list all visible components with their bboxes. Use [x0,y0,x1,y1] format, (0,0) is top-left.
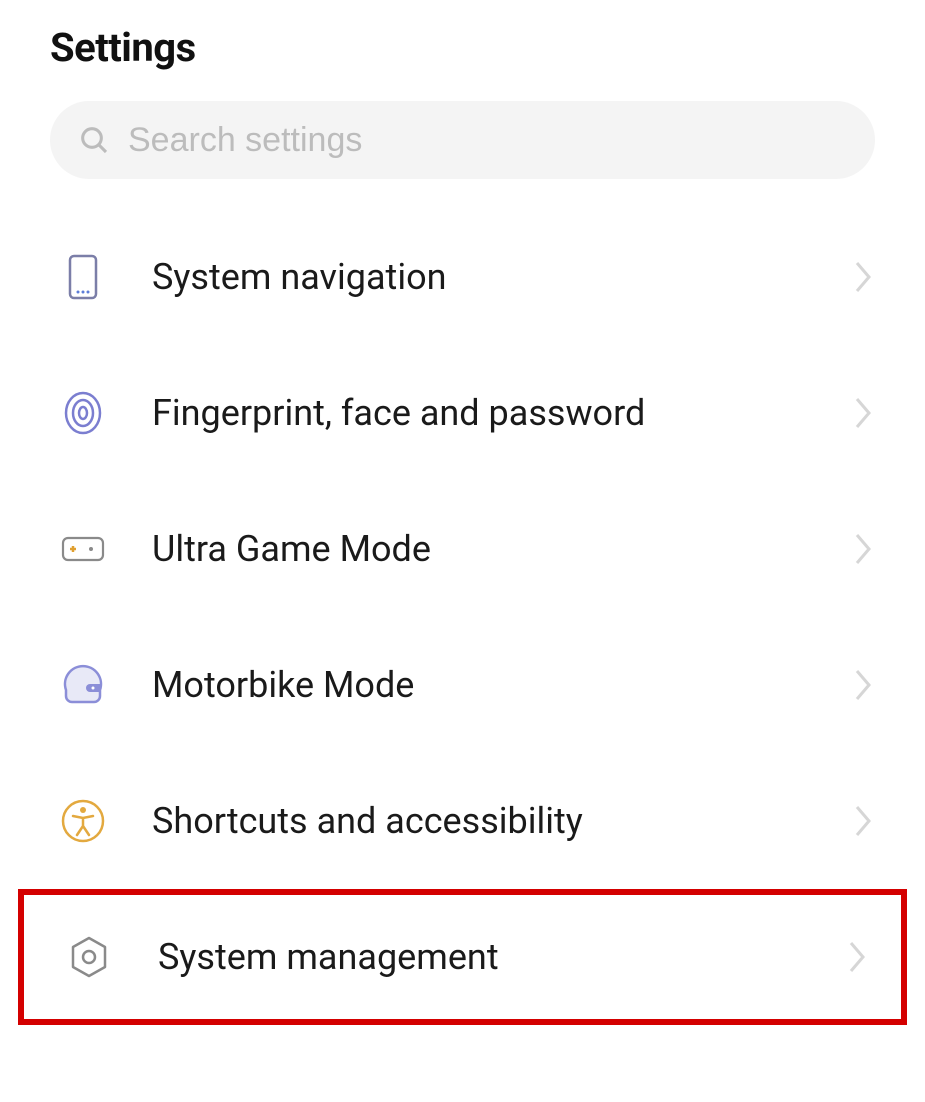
list-item-shortcuts-accessibility[interactable]: Shortcuts and accessibility [0,753,925,889]
list-item-label: Motorbike Mode [152,664,807,706]
search-container [0,101,925,209]
chevron-right-icon [847,939,869,975]
list-item-system-management[interactable]: System management [24,895,901,1019]
chevron-right-icon [853,667,875,703]
settings-list: System navigation Fingerprint, face and … [0,209,925,1085]
list-item-system-navigation[interactable]: System navigation [0,209,925,345]
list-item-fingerprint[interactable]: Fingerprint, face and password [0,345,925,481]
list-item-label: Shortcuts and accessibility [152,800,807,842]
header: Settings [0,0,925,101]
chevron-right-icon [853,395,875,431]
highlight-system-management: System management [18,889,907,1025]
accessibility-icon [60,798,106,844]
chevron-right-icon [853,531,875,567]
list-item-label: Ultra Game Mode [152,528,807,570]
list-item-motorbike-mode[interactable]: Motorbike Mode [0,617,925,753]
list-item-label: System navigation [152,256,807,298]
chevron-right-icon [853,259,875,295]
list-item-ultra-game-mode[interactable]: Ultra Game Mode [0,481,925,617]
bottom-spacer [0,1025,925,1085]
search-icon [78,124,110,156]
page-title: Settings [50,24,875,71]
helmet-icon [60,662,106,708]
chevron-right-icon [853,803,875,839]
search-bar[interactable] [50,101,875,179]
search-input[interactable] [128,121,847,160]
phone-nav-icon [60,254,106,300]
gear-hex-icon [66,934,112,980]
fingerprint-icon [60,390,106,436]
list-item-label: System management [158,936,801,978]
list-item-label: Fingerprint, face and password [152,392,807,434]
gamepad-icon [60,526,106,572]
